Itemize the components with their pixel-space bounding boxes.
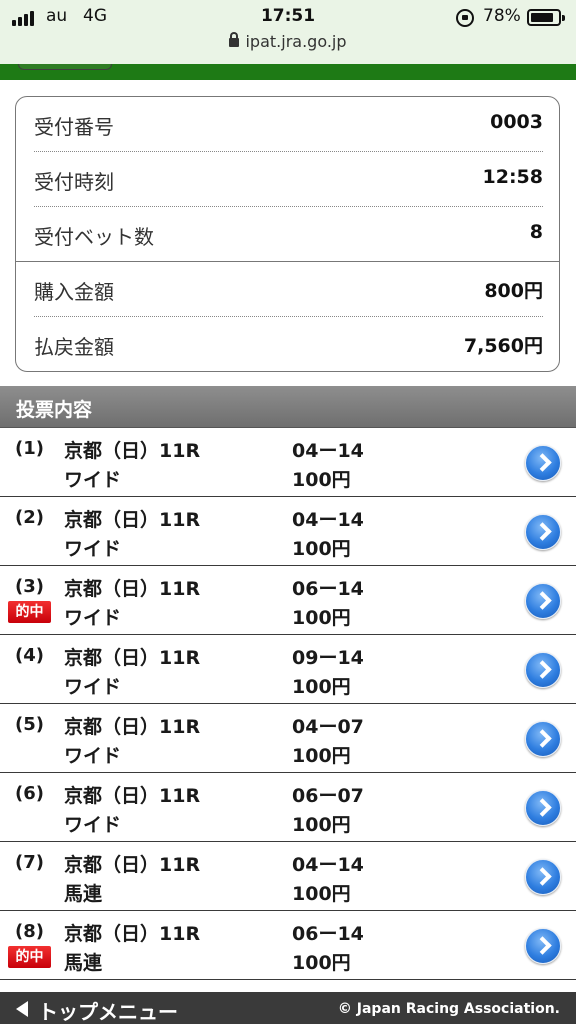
bet-combination: 06ー07 [292, 785, 364, 807]
bet-number: (6) [15, 783, 44, 804]
summary-label: 払戻金額 [34, 335, 114, 359]
copyright-text: © Japan Racing Association. [337, 1001, 560, 1017]
bet-row[interactable]: (6) 京都（日）11R ワイド 06ー07 100円 [0, 773, 576, 842]
bet-row[interactable]: (1) 京都（日）11R ワイド 04ー14 100円 [0, 428, 576, 497]
bet-amount: 100円 [292, 676, 351, 698]
bet-venue: 京都（日）11R [64, 578, 201, 600]
chevron-right-circle-icon[interactable] [525, 583, 561, 619]
summary-label: 購入金額 [34, 280, 114, 304]
bet-combination: 06ー14 [292, 578, 364, 600]
bet-combination: 04ー14 [292, 854, 364, 876]
bet-row[interactable]: (4) 京都（日）11R ワイド 09ー14 100円 [0, 635, 576, 704]
summary-row-bet-count: 受付ベット数 8 [16, 207, 559, 262]
bet-amount: 100円 [292, 607, 351, 629]
summary-value: 12:58 [482, 166, 543, 188]
bet-venue: 京都（日）11R [64, 785, 201, 807]
bet-row[interactable]: (2) 京都（日）11R ワイド 04ー14 100円 [0, 497, 576, 566]
bet-row[interactable]: (5) 京都（日）11R ワイド 04ー07 100円 [0, 704, 576, 773]
summary-row-purchase-amount: 購入金額 800円 [16, 262, 559, 317]
bet-type: ワイド [64, 676, 122, 698]
status-row: au 4G 17:51 78% [0, 6, 576, 30]
bet-amount: 100円 [292, 538, 351, 560]
chevron-right-circle-icon[interactable] [525, 445, 561, 481]
bet-venue: 京都（日）11R [64, 923, 201, 945]
bet-type: 馬連 [64, 952, 103, 974]
bet-amount: 100円 [292, 883, 351, 905]
chevron-right-circle-icon[interactable] [525, 790, 561, 826]
bet-type: ワイド [64, 745, 122, 767]
bet-amount: 100円 [292, 952, 351, 974]
bet-number: (7) [15, 852, 44, 873]
summary-row-receipt-number: 受付番号 0003 [16, 97, 559, 152]
summary-value: 8 [529, 221, 543, 243]
chevron-right-circle-icon[interactable] [525, 721, 561, 757]
bet-venue: 京都（日）11R [64, 716, 201, 738]
bet-number: (2) [15, 507, 44, 528]
summary-label: 受付ベット数 [34, 225, 154, 249]
battery-icon [527, 9, 565, 26]
bet-number: (4) [15, 645, 44, 666]
chevron-right-circle-icon[interactable] [525, 928, 561, 964]
summary-row-payout-amount: 払戻金額 7,560円 [16, 317, 559, 371]
bet-venue: 京都（日）11R [64, 509, 201, 531]
summary-row-receipt-time: 受付時刻 12:58 [16, 152, 559, 207]
bet-number: (1) [15, 438, 44, 459]
hit-badge: 的中 [8, 601, 51, 623]
chevron-right-circle-icon[interactable] [525, 514, 561, 550]
bet-combination: 04ー14 [292, 440, 364, 462]
bet-venue: 京都（日）11R [64, 854, 201, 876]
bet-type: ワイド [64, 469, 122, 491]
bet-type: ワイド [64, 814, 122, 836]
summary-label: 受付時刻 [34, 170, 114, 194]
bet-combination: 04ー14 [292, 509, 364, 531]
summary-value: 800円 [484, 280, 543, 302]
address-bar[interactable]: ipat.jra.go.jp [0, 32, 576, 54]
summary-value: 0003 [490, 111, 543, 133]
bet-row[interactable]: (7) 京都（日）11R 馬連 04ー14 100円 [0, 842, 576, 911]
battery-percent: 78% [483, 6, 521, 26]
lock-icon [229, 32, 240, 47]
section-header: 投票内容 [0, 386, 576, 428]
bet-type: ワイド [64, 607, 122, 629]
status-bar: au 4G 17:51 78% ipat.jra.go.jp [0, 0, 576, 64]
bet-type: ワイド [64, 538, 122, 560]
bet-row[interactable]: (3) 的中 京都（日）11R ワイド 06ー14 100円 [0, 566, 576, 635]
chevron-right-circle-icon[interactable] [525, 652, 561, 688]
header-tab-button[interactable] [18, 64, 112, 70]
summary-value: 7,560円 [463, 335, 543, 357]
bet-row[interactable]: (8) 的中 京都（日）11R 馬連 06ー14 100円 [0, 911, 576, 980]
bet-number: (8) [15, 921, 44, 942]
bet-combination: 06ー14 [292, 923, 364, 945]
bet-list: (1) 京都（日）11R ワイド 04ー14 100円 (2) 京都（日）11R… [0, 428, 576, 980]
top-menu-link[interactable]: トップメニュー [38, 996, 178, 1024]
bet-amount: 100円 [292, 745, 351, 767]
bet-combination: 09ー14 [292, 647, 364, 669]
chevron-right-circle-icon[interactable] [525, 859, 561, 895]
url-text: ipat.jra.go.jp [245, 32, 347, 51]
rotation-lock-icon [456, 9, 474, 27]
footer-bar: トップメニュー © Japan Racing Association. [0, 992, 576, 1024]
hit-badge: 的中 [8, 946, 51, 968]
bet-type: 馬連 [64, 883, 103, 905]
receipt-summary: 受付番号 0003 受付時刻 12:58 受付ベット数 8 購入金額 800円 … [15, 96, 560, 372]
bet-amount: 100円 [292, 469, 351, 491]
summary-label: 受付番号 [34, 115, 114, 139]
bet-venue: 京都（日）11R [64, 440, 201, 462]
bet-venue: 京都（日）11R [64, 647, 201, 669]
bet-number: (5) [15, 714, 44, 735]
bet-number: (3) [15, 576, 44, 597]
triangle-left-icon[interactable] [16, 1001, 28, 1017]
bet-combination: 04ー07 [292, 716, 364, 738]
bet-amount: 100円 [292, 814, 351, 836]
section-title: 投票内容 [16, 399, 93, 421]
